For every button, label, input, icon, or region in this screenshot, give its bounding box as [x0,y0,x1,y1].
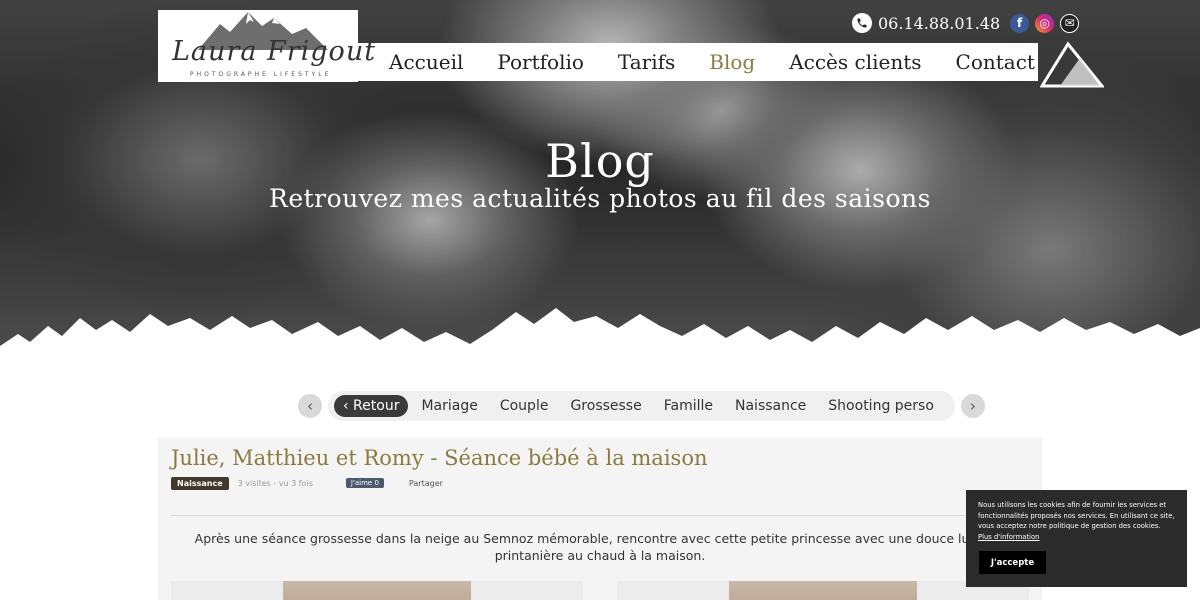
nav-item-portfolio[interactable]: Portfolio [497,50,584,74]
article-title: Julie, Matthieu et Romy - Séance bébé à … [171,446,708,470]
page: Blog Retrouvez mes actualités photos au … [0,0,1200,600]
main-nav: Accueil Portfolio Tarifs Blog Accès clie… [372,43,1052,81]
cookie-banner: Nous utilisons les cookies afin de fourn… [966,490,1187,587]
nav-item-acces-clients[interactable]: Accès clients [789,50,921,74]
hero-title: Blog [545,134,655,188]
phone-number[interactable]: 06.14.88.01.48 [878,14,1000,33]
cookie-accept-button[interactable]: J'accepte [979,551,1046,574]
like-button[interactable]: J'aime 0 [345,478,384,488]
photo-preview [729,581,917,600]
filter-item-grossesse[interactable]: Grossesse [559,398,652,414]
mail-icon[interactable]: ✉ [1060,13,1080,33]
nav-item-tarifs[interactable]: Tarifs [618,50,675,74]
article-photo[interactable] [171,581,583,600]
blog-article: Julie, Matthieu et Romy - Séance bébé à … [158,438,1042,600]
filter-item-shooting-perso[interactable]: Shooting perso [817,398,945,414]
contact-strip: 06.14.88.01.48 f ◎ ✉ [852,12,1080,34]
nav-item-accueil[interactable]: Accueil [389,50,463,74]
article-meta: Naissance 3 visites - vu 3 fois J'aime 0… [171,476,443,490]
cookie-more-info-link[interactable]: Plus d'information [978,533,1039,541]
hero-subtitle: Retrouvez mes actualités photos au fil d… [269,184,931,213]
filter-item-famille[interactable]: Famille [653,398,724,414]
nav-item-contact[interactable]: Contact [956,50,1035,74]
filter-back-button[interactable]: ‹ Retour [334,395,409,417]
mountain-divider [0,308,1200,365]
filter-next-button[interactable]: › [960,394,985,418]
article-intro: Après une séance grossesse dans la neige… [194,531,1006,563]
nav-item-blog[interactable]: Blog [709,50,755,74]
category-filter-bar: ‹ ‹ Retour Mariage Couple Grossesse Fami… [298,391,985,421]
filter-item-naissance[interactable]: Naissance [724,398,817,414]
filter-item-mariage[interactable]: Mariage [410,398,488,414]
instagram-icon[interactable]: ◎ [1035,13,1055,33]
visit-count: 3 visites - vu 3 fois [237,478,313,488]
logo-tagline: PHOTOGRAPHE LIFESTYLE [190,71,332,78]
nav-triangle-icon [1040,41,1104,88]
category-tag[interactable]: Naissance [171,476,229,490]
cookie-message: Nous utilisons les cookies afin de fourn… [978,501,1175,530]
logo-name: Laura Frigout [172,36,377,67]
phone-icon [852,13,872,33]
share-link[interactable]: Partager [409,479,443,488]
article-divider [171,515,1029,516]
filter-item-couple[interactable]: Couple [489,398,560,414]
filter-pill: ‹ Retour Mariage Couple Grossesse Famill… [328,391,955,421]
facebook-icon[interactable]: f [1010,13,1030,33]
photo-preview [283,581,471,600]
cookie-text: Nous utilisons les cookies afin de fourn… [978,500,1175,542]
logo[interactable]: Laura Frigout PHOTOGRAPHE LIFESTYLE [158,10,375,82]
filter-prev-button[interactable]: ‹ [298,394,322,418]
